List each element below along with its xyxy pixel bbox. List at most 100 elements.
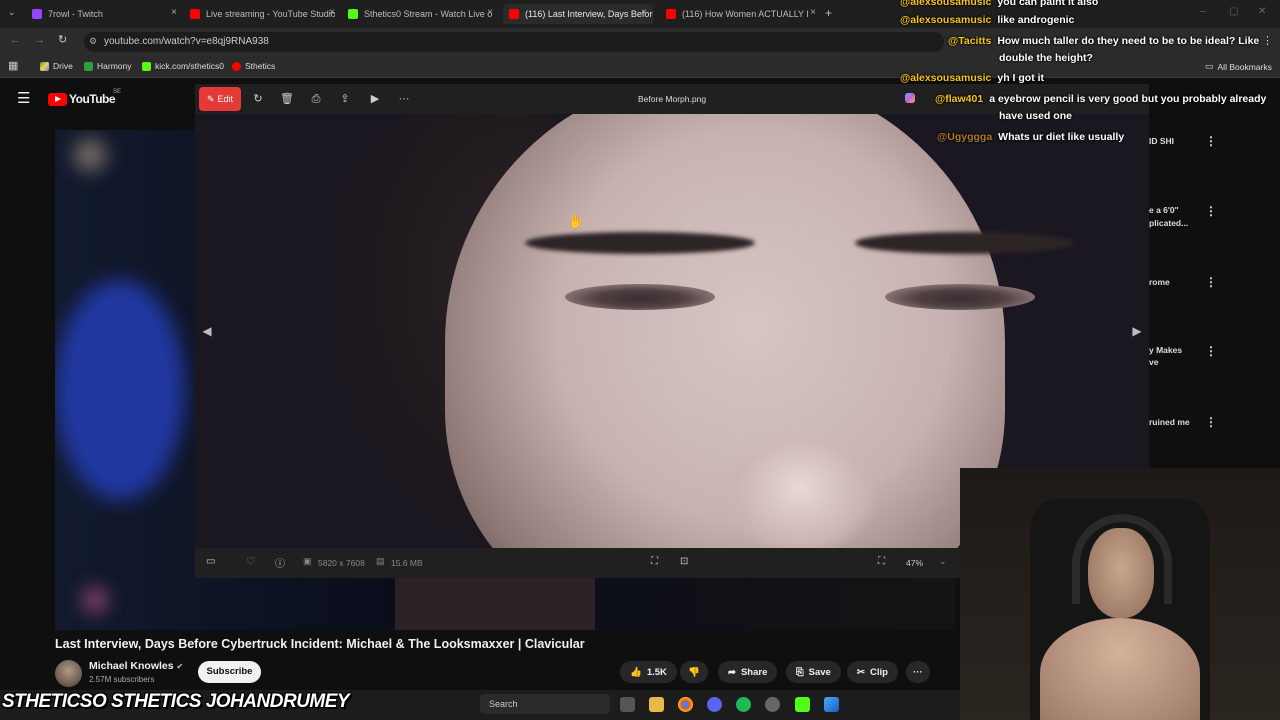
bookmark-sthetics[interactable]: Sthetics (232, 61, 275, 71)
share-button[interactable]: ➦ Share (718, 661, 778, 683)
reload-icon[interactable]: ↻ (58, 33, 67, 46)
taskbar-search-input[interactable]: Search (480, 694, 610, 714)
url-input[interactable]: youtube.com/watch?v=e8qj9RNA938 (84, 32, 944, 52)
tab-label: Sthetics0 Stream - Watch Live o (364, 9, 493, 19)
tab-list-chevron-icon[interactable]: ⌄ (8, 7, 16, 18)
close-icon[interactable]: × (329, 7, 335, 18)
bookmark-label: Harmony (97, 61, 132, 71)
back-icon[interactable]: ← (10, 34, 21, 46)
youtube-icon (666, 9, 676, 19)
task-view-icon[interactable] (620, 697, 635, 712)
video-title: Last Interview, Days Before Cybertruck I… (55, 637, 585, 651)
bookmark-kick[interactable]: kick.com/sthetics0 (142, 61, 224, 71)
bookmark-harmony[interactable]: Harmony (84, 61, 131, 71)
actual-size-icon[interactable]: ⊡ (680, 556, 688, 567)
tab-twitch[interactable]: 7rowl - Twitch × (32, 4, 177, 24)
info-icon[interactable]: ⓘ (275, 555, 285, 570)
region-code: SE (113, 89, 122, 95)
channel-name[interactable]: Michael Knowles ✔ (89, 660, 183, 672)
window-close-icon[interactable]: ✕ (1258, 6, 1266, 17)
menu-hamburger-icon[interactable]: ☰ (17, 89, 30, 107)
tab-active-interview[interactable]: (116) Last Interview, Days Before × (503, 4, 653, 24)
left-eyebrow (525, 232, 755, 254)
close-icon[interactable]: × (487, 7, 493, 18)
more-options-icon[interactable]: ⋮ (1205, 134, 1217, 148)
share-label: Share (740, 666, 768, 678)
recommendation-title[interactable]: plicated... (1149, 217, 1188, 229)
more-icon[interactable]: ··· (396, 91, 412, 107)
filmstrip-icon[interactable]: ▭ (206, 556, 215, 567)
photos-icon[interactable] (824, 697, 839, 712)
tab-how-women[interactable]: (116) How Women ACTUALLY I × (666, 4, 816, 24)
recommendation-title[interactable]: ruined me (1149, 416, 1190, 428)
favorite-icon[interactable]: ♡ (246, 555, 256, 568)
minimize-icon[interactable]: – (1200, 6, 1206, 17)
maximize-icon[interactable]: ▢ (1229, 6, 1238, 17)
delete-icon[interactable]: 🗑 (279, 91, 295, 107)
slideshow-icon[interactable]: ▶ (367, 91, 383, 107)
next-image-icon[interactable]: ▶ (1130, 324, 1144, 344)
kick-icon[interactable] (795, 697, 810, 712)
subscribe-button[interactable]: Subscribe (198, 661, 261, 683)
thumbs-down-icon: 👎 (688, 666, 700, 678)
folder-icon: ▭ (1205, 61, 1214, 71)
chat-message: have used one (999, 108, 1072, 125)
edit-button[interactable]: ✎ Edit (199, 87, 241, 111)
recommendation-title[interactable]: e a 6'0" (1149, 204, 1179, 216)
crop-icon[interactable]: ⛶ (651, 556, 658, 567)
zoom-level[interactable]: 47% (906, 558, 923, 568)
previous-image-icon[interactable]: ◀ (200, 324, 214, 344)
tab-label: 7rowl - Twitch (48, 9, 103, 19)
recommendation-title[interactable]: rome (1149, 276, 1170, 288)
file-size: 15.6 MB (391, 558, 423, 568)
youtube-logo-icon[interactable] (48, 93, 67, 106)
bookmark-drive[interactable]: Drive (40, 61, 73, 71)
channel-name-text: Michael Knowles (89, 660, 174, 672)
share-icon[interactable]: ⇪ (337, 91, 353, 107)
chat-message: @Tacitts How much taller do they need to … (948, 33, 1259, 50)
all-bookmarks[interactable]: ▭ All Bookmarks (1205, 61, 1272, 72)
close-icon[interactable]: × (810, 7, 816, 18)
settings-icon[interactable] (765, 697, 780, 712)
new-tab-icon[interactable]: + (825, 6, 832, 20)
rotate-icon[interactable]: ↻ (250, 91, 266, 107)
more-options-icon[interactable]: ⋮ (1205, 344, 1217, 358)
chat-text: How much taller do they need to be to be… (997, 35, 1260, 47)
twitch-icon (32, 9, 42, 19)
share-icon: ➦ (728, 666, 736, 678)
fit-screen-icon[interactable]: ⛶ (878, 556, 885, 567)
site-info-icon[interactable]: ⚙ (89, 36, 97, 47)
channel-avatar[interactable] (55, 660, 82, 687)
clip-button[interactable]: ✂ Clip (847, 661, 898, 683)
tab-kick[interactable]: Sthetics0 Stream - Watch Live o × (348, 4, 493, 24)
more-actions-label: ··· (913, 666, 923, 678)
copilot-icon[interactable] (905, 93, 915, 103)
print-icon[interactable]: ⎙ (308, 91, 324, 107)
chrome-icon[interactable] (678, 697, 693, 712)
more-actions-button[interactable]: ··· (906, 661, 930, 683)
save-button[interactable]: ⎘ Save (786, 661, 841, 683)
recommendation-title[interactable]: ve (1149, 356, 1158, 368)
kick-icon (348, 9, 358, 19)
spotify-icon[interactable] (736, 697, 751, 712)
file-explorer-icon[interactable] (649, 697, 664, 712)
recommendation-title[interactable]: y Makes (1149, 344, 1182, 356)
chat-message: @flaw401 a eyebrow pencil is very good bu… (935, 91, 1266, 108)
search-placeholder: Search (489, 699, 518, 709)
streamer-head (1088, 528, 1154, 618)
close-icon[interactable]: × (171, 7, 177, 18)
more-options-icon[interactable]: ⋮ (1205, 204, 1217, 218)
browser-menu-icon[interactable]: ⋮ (1262, 34, 1273, 47)
recommendation-title[interactable]: ID SHI (1149, 135, 1174, 147)
tab-youtube-studio[interactable]: Live streaming - YouTube Studio × (190, 4, 335, 24)
close-icon[interactable]: × (641, 7, 647, 18)
streamer-body (1040, 618, 1200, 720)
discord-icon[interactable] (707, 697, 722, 712)
like-button[interactable]: 👍 1.5K (620, 661, 677, 683)
apps-grid-icon[interactable]: ▦ (8, 59, 18, 72)
more-options-icon[interactable]: ⋮ (1205, 275, 1217, 289)
dislike-button[interactable]: 👎 (680, 661, 708, 683)
zoom-dropdown-icon[interactable]: ⌄ (939, 556, 947, 567)
more-options-icon[interactable]: ⋮ (1205, 415, 1217, 429)
forward-icon[interactable]: → (34, 34, 45, 46)
